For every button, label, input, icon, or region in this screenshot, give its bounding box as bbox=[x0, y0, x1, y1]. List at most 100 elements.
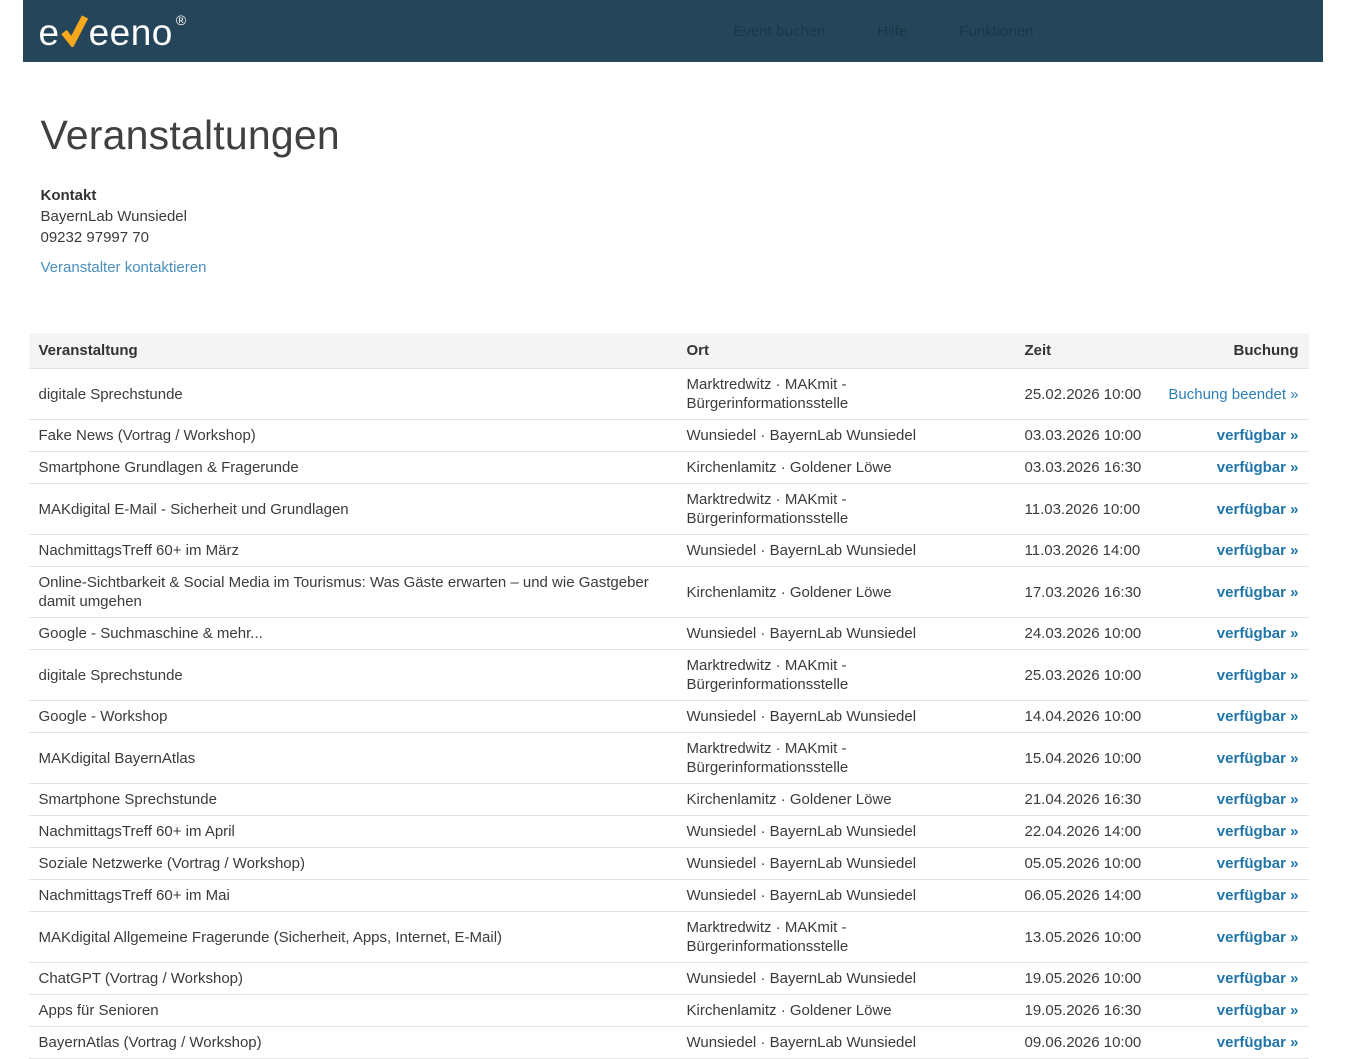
event-location-cell: Kirchenlamitz · Goldener Löwe bbox=[677, 452, 1015, 484]
booking-link[interactable]: verfügbar » bbox=[1217, 542, 1299, 559]
event-row[interactable]: NachmittagsTreff 60+ im Mai Wunsiedel · … bbox=[29, 880, 1309, 912]
booking-link[interactable]: verfügbar » bbox=[1217, 584, 1299, 601]
event-datetime-cell: 17.03.2026 16:30 bbox=[1015, 567, 1155, 618]
booking-link[interactable]: verfügbar » bbox=[1217, 625, 1299, 642]
event-row[interactable]: BayernAtlas (Vortrag / Workshop) Wunsied… bbox=[29, 1027, 1309, 1059]
nav-link-hilfe[interactable]: Hilfe bbox=[877, 23, 907, 40]
event-row[interactable]: ChatGPT (Vortrag / Workshop) Wunsiedel ·… bbox=[29, 963, 1309, 995]
event-datetime-cell: 25.03.2026 10:00 bbox=[1015, 650, 1155, 701]
event-title-cell: Soziale Netzwerke (Vortrag / Workshop) bbox=[29, 848, 677, 880]
event-row[interactable]: Google - Workshop Wunsiedel · BayernLab … bbox=[29, 701, 1309, 733]
events-table-body: digitale Sprechstunde Marktredwitz · MAK… bbox=[29, 369, 1309, 1059]
event-location-cell: Wunsiedel · BayernLab Wunsiedel bbox=[677, 1027, 1015, 1059]
event-datetime-cell: 19.05.2026 16:30 bbox=[1015, 995, 1155, 1027]
event-title-cell: Online-Sichtbarkeit & Social Media im To… bbox=[29, 567, 677, 618]
event-booking-cell: verfügbar » bbox=[1155, 535, 1309, 567]
event-row[interactable]: MAKdigital Allgemeine Fragerunde (Sicher… bbox=[29, 912, 1309, 963]
event-location-cell: Marktredwitz · MAKmit - Bürgerinformatio… bbox=[677, 912, 1015, 963]
event-row[interactable]: digitale Sprechstunde Marktredwitz · MAK… bbox=[29, 369, 1309, 420]
event-location-cell: Marktredwitz · MAKmit - Bürgerinformatio… bbox=[677, 484, 1015, 535]
booking-link[interactable]: Buchung beendet » bbox=[1168, 386, 1298, 403]
event-datetime-cell: 25.02.2026 10:00 bbox=[1015, 369, 1155, 420]
contact-organizer-link[interactable]: Veranstalter kontaktieren bbox=[41, 259, 207, 276]
event-booking-cell: verfügbar » bbox=[1155, 912, 1309, 963]
event-title-cell: NachmittagsTreff 60+ im April bbox=[29, 816, 677, 848]
booking-link[interactable]: verfügbar » bbox=[1217, 929, 1299, 946]
event-row[interactable]: digitale Sprechstunde Marktredwitz · MAK… bbox=[29, 650, 1309, 701]
eveeno-logo[interactable]: e eeno ® bbox=[39, 11, 184, 51]
event-title-cell: MAKdigital E-Mail - Sicherheit und Grund… bbox=[29, 484, 677, 535]
contact-block: Kontakt BayernLab Wunsiedel 09232 97997 … bbox=[41, 185, 1317, 248]
event-title-cell: digitale Sprechstunde bbox=[29, 369, 677, 420]
event-location-cell: Marktredwitz · MAKmit - Bürgerinformatio… bbox=[677, 369, 1015, 420]
booking-link[interactable]: verfügbar » bbox=[1217, 970, 1299, 987]
nav-link-funktionen[interactable]: Funktionen bbox=[959, 23, 1033, 40]
event-row[interactable]: NachmittagsTreff 60+ im April Wunsiedel … bbox=[29, 816, 1309, 848]
booking-link[interactable]: verfügbar » bbox=[1217, 1002, 1299, 1019]
event-row[interactable]: NachmittagsTreff 60+ im März Wunsiedel ·… bbox=[29, 535, 1309, 567]
event-title-cell: digitale Sprechstunde bbox=[29, 650, 677, 701]
column-header-zeit: Zeit bbox=[1015, 333, 1155, 369]
event-booking-cell: verfügbar » bbox=[1155, 452, 1309, 484]
event-row[interactable]: Soziale Netzwerke (Vortrag / Workshop) W… bbox=[29, 848, 1309, 880]
event-title-cell: Apps für Senioren bbox=[29, 995, 677, 1027]
event-title-cell: Google - Suchmaschine & mehr... bbox=[29, 618, 677, 650]
contact-heading: Kontakt bbox=[41, 185, 1317, 206]
event-row[interactable]: MAKdigital E-Mail - Sicherheit und Grund… bbox=[29, 484, 1309, 535]
booking-link[interactable]: verfügbar » bbox=[1217, 791, 1299, 808]
event-row[interactable]: Smartphone Sprechstunde Kirchenlamitz · … bbox=[29, 784, 1309, 816]
logo-text-end: eeno bbox=[89, 14, 173, 51]
event-row[interactable]: Online-Sichtbarkeit & Social Media im To… bbox=[29, 567, 1309, 618]
page-container: e eeno ® Event buchen Hilfe Funktionen Ver… bbox=[23, 0, 1323, 1059]
event-datetime-cell: 15.04.2026 10:00 bbox=[1015, 733, 1155, 784]
event-datetime-cell: 11.03.2026 14:00 bbox=[1015, 535, 1155, 567]
booking-link[interactable]: verfügbar » bbox=[1217, 708, 1299, 725]
checkmark-icon bbox=[61, 13, 88, 47]
event-title-cell: BayernAtlas (Vortrag / Workshop) bbox=[29, 1027, 677, 1059]
event-datetime-cell: 09.06.2026 10:00 bbox=[1015, 1027, 1155, 1059]
event-location-cell: Wunsiedel · BayernLab Wunsiedel bbox=[677, 816, 1015, 848]
booking-link[interactable]: verfügbar » bbox=[1217, 855, 1299, 872]
nav-link-event-buchen[interactable]: Event buchen bbox=[734, 23, 826, 40]
event-datetime-cell: 11.03.2026 10:00 bbox=[1015, 484, 1155, 535]
booking-link[interactable]: verfügbar » bbox=[1217, 667, 1299, 684]
event-datetime-cell: 03.03.2026 16:30 bbox=[1015, 452, 1155, 484]
event-datetime-cell: 06.05.2026 14:00 bbox=[1015, 880, 1155, 912]
event-row[interactable]: Fake News (Vortrag / Workshop) Wunsiedel… bbox=[29, 420, 1309, 452]
booking-link[interactable]: verfügbar » bbox=[1217, 427, 1299, 444]
event-booking-cell: verfügbar » bbox=[1155, 995, 1309, 1027]
event-booking-cell: verfügbar » bbox=[1155, 567, 1309, 618]
event-booking-cell: Buchung beendet » bbox=[1155, 369, 1309, 420]
contact-organizer-name: BayernLab Wunsiedel bbox=[41, 206, 1317, 227]
event-booking-cell: verfügbar » bbox=[1155, 484, 1309, 535]
event-datetime-cell: 14.04.2026 10:00 bbox=[1015, 701, 1155, 733]
event-title-cell: NachmittagsTreff 60+ im März bbox=[29, 535, 677, 567]
booking-link[interactable]: verfügbar » bbox=[1217, 501, 1299, 518]
event-title-cell: NachmittagsTreff 60+ im Mai bbox=[29, 880, 677, 912]
event-row[interactable]: MAKdigital BayernAtlas Marktredwitz · MA… bbox=[29, 733, 1309, 784]
event-booking-cell: verfügbar » bbox=[1155, 650, 1309, 701]
booking-link[interactable]: verfügbar » bbox=[1217, 459, 1299, 476]
event-location-cell: Wunsiedel · BayernLab Wunsiedel bbox=[677, 701, 1015, 733]
event-datetime-cell: 22.04.2026 14:00 bbox=[1015, 816, 1155, 848]
event-row[interactable]: Smartphone Grundlagen & Fragerunde Kirch… bbox=[29, 452, 1309, 484]
event-datetime-cell: 21.04.2026 16:30 bbox=[1015, 784, 1155, 816]
event-booking-cell: verfügbar » bbox=[1155, 1027, 1309, 1059]
registered-trademark-symbol: ® bbox=[176, 12, 186, 28]
event-datetime-cell: 03.03.2026 10:00 bbox=[1015, 420, 1155, 452]
header-bar: e eeno ® Event buchen Hilfe Funktionen bbox=[23, 0, 1323, 62]
event-row[interactable]: Apps für Senioren Kirchenlamitz · Golden… bbox=[29, 995, 1309, 1027]
booking-link[interactable]: verfügbar » bbox=[1217, 887, 1299, 904]
event-booking-cell: verfügbar » bbox=[1155, 420, 1309, 452]
booking-link[interactable]: verfügbar » bbox=[1217, 823, 1299, 840]
event-location-cell: Wunsiedel · BayernLab Wunsiedel bbox=[677, 618, 1015, 650]
booking-link[interactable]: verfügbar » bbox=[1217, 750, 1299, 767]
event-booking-cell: verfügbar » bbox=[1155, 963, 1309, 995]
contact-phone: 09232 97997 70 bbox=[41, 227, 1317, 248]
event-location-cell: Kirchenlamitz · Goldener Löwe bbox=[677, 567, 1015, 618]
booking-link[interactable]: verfügbar » bbox=[1217, 1034, 1299, 1051]
event-title-cell: Fake News (Vortrag / Workshop) bbox=[29, 420, 677, 452]
event-datetime-cell: 19.05.2026 10:00 bbox=[1015, 963, 1155, 995]
event-row[interactable]: Google - Suchmaschine & mehr... Wunsiede… bbox=[29, 618, 1309, 650]
event-datetime-cell: 05.05.2026 10:00 bbox=[1015, 848, 1155, 880]
